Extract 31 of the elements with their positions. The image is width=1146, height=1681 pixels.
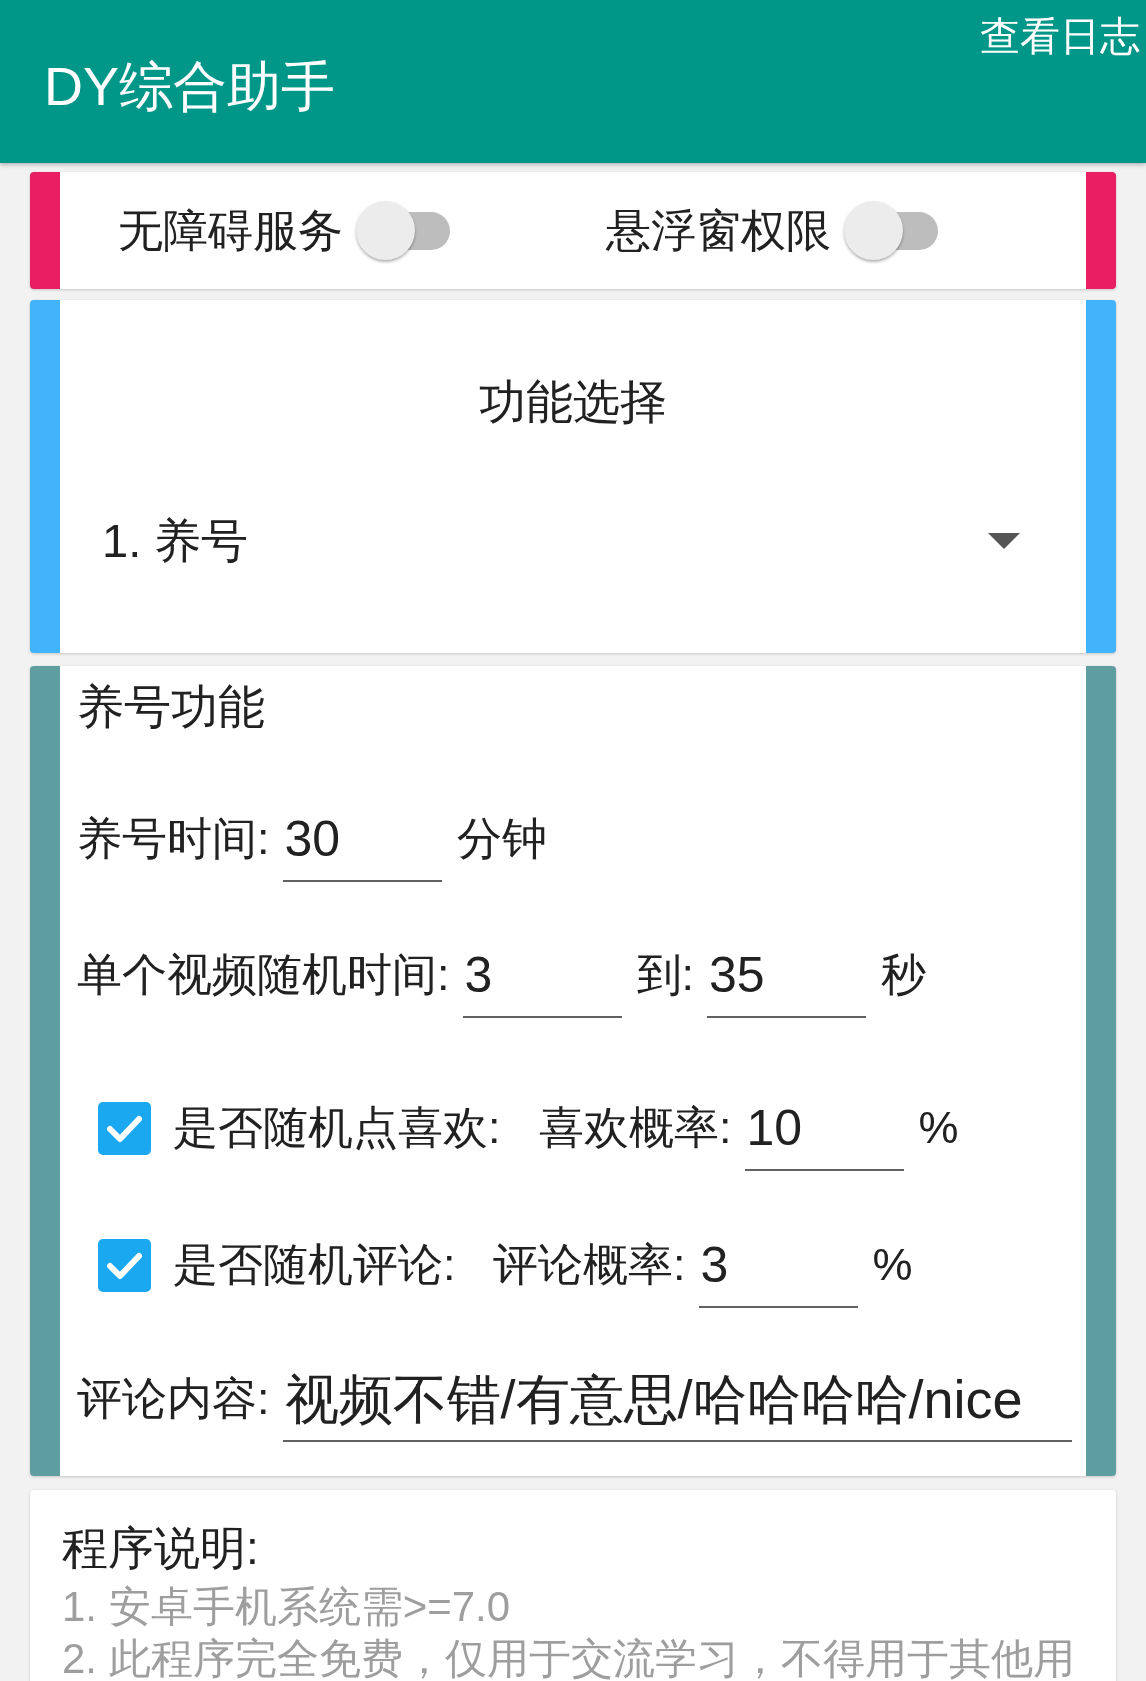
number-field[interactable]: 3 <box>462 932 622 1018</box>
option-label: 是否随机评论: <box>173 1238 457 1292</box>
notes-line: 2. 此程序完全免费，仅用于交流学习，不得用于其他用 <box>62 1637 1075 1681</box>
checkbox[interactable] <box>98 1101 151 1155</box>
caret-icon <box>988 533 1020 549</box>
unit-label: % <box>872 1238 913 1292</box>
number-field[interactable]: 10 <box>744 1085 904 1171</box>
view-log-button[interactable]: 查看日志 <box>980 12 1140 60</box>
field-label: 单个视频随机时间: <box>77 948 450 1002</box>
unit-label: 分钟 <box>456 812 547 866</box>
number-field[interactable]: 3 <box>698 1222 858 1308</box>
unit-label: 秒 <box>881 948 927 1002</box>
field-label: 到: <box>636 948 695 1002</box>
field-label: 评论内容: <box>77 1372 270 1426</box>
permission-label: 悬浮窗权限 <box>606 203 831 258</box>
notes-line: 1. 安卓手机系统需>=7.0 <box>62 1582 511 1632</box>
section-title: 功能选择 <box>478 374 668 430</box>
field-label: 养号时间: <box>77 812 270 866</box>
field-label: 喜欢概率: <box>539 1101 732 1155</box>
checkbox[interactable] <box>98 1238 151 1292</box>
number-field[interactable]: 30 <box>282 796 442 882</box>
notes-title: 程序说明: <box>62 1521 259 1576</box>
function-dropdown[interactable]: 1. 养号 <box>102 509 1020 573</box>
section-title: 养号功能 <box>77 679 265 735</box>
comment-field[interactable]: 视频不错/有意思/哈哈哈哈/nice <box>282 1356 1072 1442</box>
field-label: 评论概率: <box>493 1238 686 1292</box>
app-title: DY综合助手 <box>44 56 335 116</box>
permission-label: 无障碍服务 <box>118 203 343 258</box>
number-field[interactable]: 35 <box>707 932 867 1018</box>
option-label: 是否随机点喜欢: <box>173 1101 502 1155</box>
unit-label: % <box>918 1101 959 1155</box>
